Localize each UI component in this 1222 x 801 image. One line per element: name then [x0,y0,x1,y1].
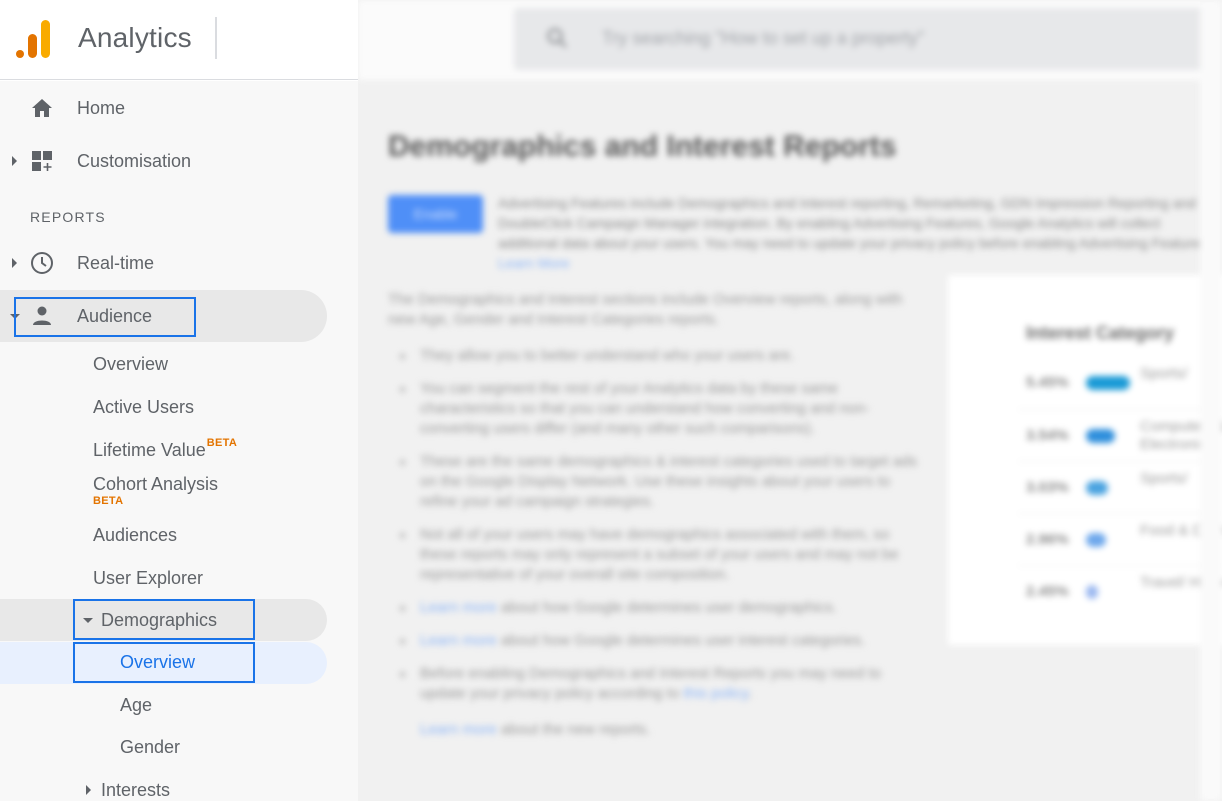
interest-bar [1086,481,1108,495]
beta-badge: BETA [206,437,238,449]
home-icon [30,96,54,120]
sidebar-item-audience-overview[interactable]: Overview [93,354,168,375]
reports-section-label: REPORTS [30,209,106,225]
page-title: Demographics and Interest Reports [388,130,897,163]
footer-note: Learn more about the new reports. [388,720,918,740]
sidebar-item-age[interactable]: Age [120,695,152,716]
interest-category-card: Interest Category 5.45% Sports/3.54% Compu… [948,275,1222,645]
list-item-text: about how Google determines user interes… [496,632,866,649]
overview-highlight-box [73,642,255,683]
app-title: Analytics [78,22,192,53]
audience-highlight-box [14,297,196,337]
sidebar-item-audiences[interactable]: Audiences [93,525,177,546]
policy-link[interactable]: this policy [683,685,748,702]
expand-caret-icon[interactable] [12,156,17,166]
enable-button[interactable]: Enable [388,195,483,233]
list-item: Learn more about how Google determines u… [388,598,918,618]
search-icon [546,27,568,49]
expand-caret-icon[interactable] [12,258,17,268]
sidebar-item-gender[interactable]: Gender [120,737,180,758]
interest-percent: 2.45% [1026,583,1069,600]
demographics-highlight-box [73,599,255,640]
sidebar-nav: Home Customisation REPORTS Real-time Aud… [0,81,358,801]
learn-more-link[interactable]: Learn more [420,599,497,616]
sidebar-item-label: Cohort Analysis [93,474,219,494]
list-item: You can segment the rest of your Analyti… [388,379,918,439]
interest-bar [1086,533,1106,547]
sidebar-item-label: Real-time [77,252,155,273]
app-header: Analytics [0,0,358,80]
learn-more-link[interactable]: Learn More [498,255,570,271]
advertising-description: Advertising Features include Demographic… [498,195,1211,251]
top-bar: Try searching "How to set up a property" [358,0,1222,80]
interest-row: 2.45%Travel/ Historical [1018,565,1222,617]
main-content: Try searching "How to set up a property"… [358,0,1222,801]
sidebar-item-label: Lifetime Value [93,440,206,460]
card-title: Interest Category [1026,323,1175,343]
sidebar-item-cohort-analysis[interactable]: Cohort Analysis BETA [93,474,219,507]
list-item-text: Before enabling Demographics and Interes… [420,665,882,702]
learn-more-link[interactable]: Learn more [420,632,497,649]
right-edge [1200,0,1222,801]
interest-bar [1086,429,1115,443]
list-item: Learn more about how Google determines u… [388,631,918,651]
info-bullet-list: They allow you to better understand who … [388,346,918,753]
interest-percent: 2.96% [1026,531,1069,548]
interest-row: 3.54% Computers & Electronics [1018,409,1222,461]
sidebar-item-lifetime-value[interactable]: Lifetime ValueBETA [93,437,238,461]
search-bar[interactable]: Try searching "How to set up a property" [514,8,1214,70]
list-item-text: . [748,685,753,702]
intro-paragraph: The Demographics and Interest sections i… [388,291,903,328]
sidebar-item-label: Customisation [77,150,192,171]
footer-text: about the new reports. [496,721,651,738]
analytics-logo-icon[interactable] [16,20,52,58]
advertising-features-text: Advertising Features include Demographic… [498,193,1218,273]
list-item: Not all of your users may have demograph… [388,525,918,585]
interest-percent: 3.54% [1026,427,1069,444]
sidebar-item-label: Interests [101,779,171,800]
sidebar-item-active-users[interactable]: Active Users [93,397,194,418]
learn-more-link[interactable]: Learn more [420,721,497,738]
interest-percent: 5.45% [1026,374,1069,391]
sidebar-item-user-explorer[interactable]: User Explorer [93,568,203,589]
interest-row: 3.03% Sports/ [1018,461,1222,513]
list-item: They allow you to better understand who … [388,346,918,366]
list-item-text: about how Google determines user demogra… [496,599,837,616]
header-divider [215,17,217,59]
list-item: Before enabling Demographics and Interes… [388,664,918,704]
interest-row: 2.96%Food & Dining [1018,513,1222,565]
beta-badge: BETA [93,495,124,507]
interest-row: 5.45% Sports/ [1018,357,1222,409]
clock-icon [30,251,54,275]
expand-caret-icon[interactable] [86,785,91,795]
search-placeholder: Try searching "How to set up a property" [602,28,925,48]
interest-percent: 3.03% [1026,479,1069,496]
dashboard-add-icon [30,149,54,173]
interest-bar [1086,376,1130,390]
interest-bar [1086,585,1098,599]
sidebar-item-label: Home [77,97,126,118]
list-item: These are the same demographics & intere… [388,452,918,512]
